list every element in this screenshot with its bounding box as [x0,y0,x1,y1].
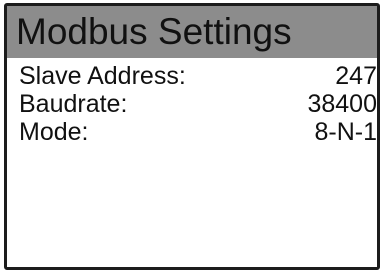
setting-row-baudrate[interactable]: Baudrate: 38400 [7,90,377,118]
setting-label: Slave Address: [19,62,186,90]
title-bar: Modbus Settings [7,6,377,58]
setting-row-slave-address[interactable]: Slave Address: 247 [7,62,377,90]
screen-title: Modbus Settings [16,11,292,52]
setting-value: 8-N-1 [314,118,377,146]
setting-label: Baudrate: [19,90,128,118]
setting-row-mode[interactable]: Mode: 8-N-1 [7,118,377,146]
lcd-screen: Modbus Settings Slave Address: 247 Baudr… [4,3,380,270]
settings-list: Slave Address: 247 Baudrate: 38400 Mode:… [7,58,377,146]
setting-value: 247 [335,62,377,90]
setting-value: 38400 [307,90,377,118]
setting-label: Mode: [19,118,89,146]
